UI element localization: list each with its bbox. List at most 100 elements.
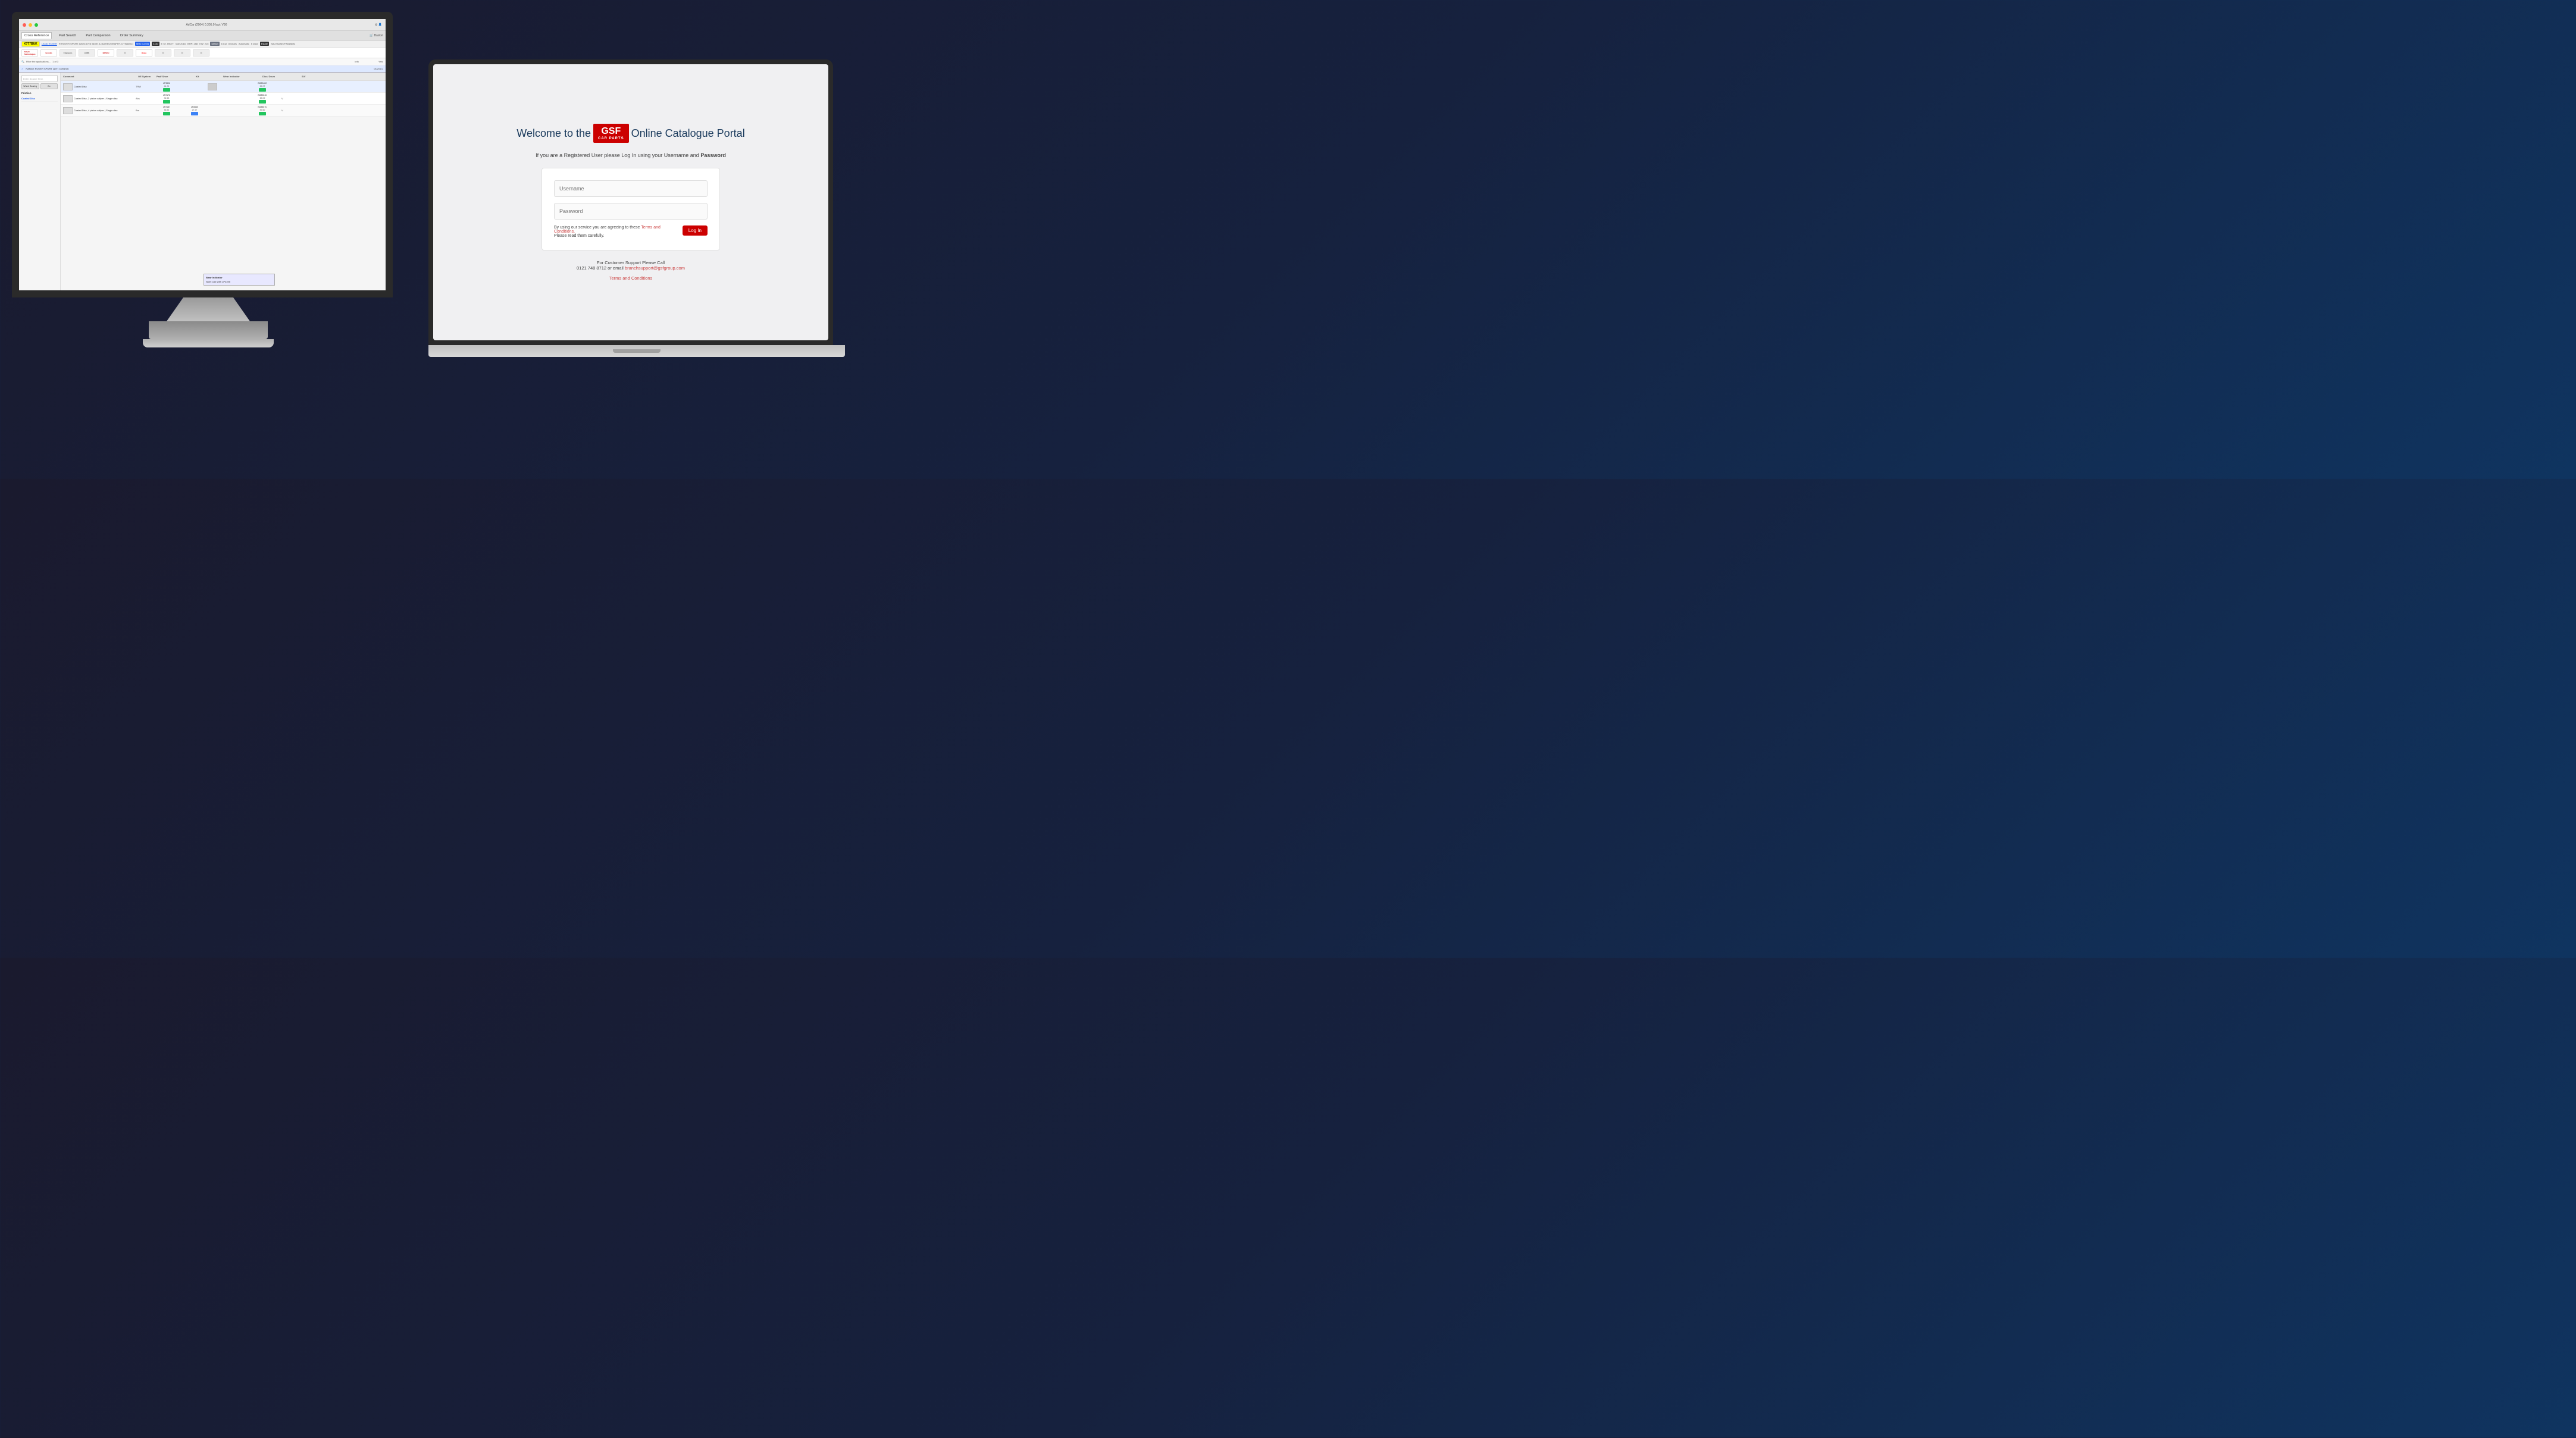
vehicle-vin: SALHA2AE7FA518892 [271,42,295,45]
row3-disc-add-btn[interactable] [259,112,266,115]
vehicle-gears: 8 Gears [229,42,237,45]
gsf-logo-sub: CAR PARTS [598,137,624,141]
tooltip-title: Wear Indicator [206,276,273,279]
row3-comment: Coated Disc, 4 piston caliper | Single d… [74,109,118,112]
row1-pad-size: 44.74 [164,85,170,87]
left-sidebar: Enter Search Term Wheel Bearing Go Frict… [19,73,61,297]
close-icon[interactable] [23,23,26,27]
support-email-link[interactable]: branchsupport@gsfgroup.com [625,265,685,271]
row3-pad-size: 56.52 [164,109,170,111]
vehicle-fuel: Diesel [210,42,219,46]
login-page: Welcome to the GSF CAR PARTS Online Cata… [433,64,828,340]
minimize-icon[interactable] [29,23,32,27]
row3-pad-add-btn[interactable] [163,112,170,115]
tab-order-summary[interactable]: Order Summary [118,33,146,39]
row1-disc-add-btn[interactable] [259,88,266,92]
row2-pad-size: 32.63 [164,97,170,99]
col-disc-drum: Disc/ Drum [262,75,298,78]
topbar-right: ⚙ 👤 [375,23,382,27]
row2-pad-add-btn[interactable] [163,100,170,104]
app-screen: AdCar (2964) 0.305.0 lapi: V90 ⚙ 👤 Cross… [19,19,386,290]
sidebar-buttons: Wheel Bearing Go [21,83,58,89]
col-sv: S/V [302,75,314,78]
laptop-screen: Welcome to the GSF CAR PARTS Online Cata… [433,64,828,340]
brand-lemforder[interactable]: LEMF. [79,49,95,57]
vehicle-model: R ROVER SPORT A8OG DYN 5DVE A (AUTBIOGRA… [59,42,133,45]
row1-pad-add-btn[interactable] [163,88,170,92]
vehicle-cyl: 6 Cyl [221,42,227,45]
vehicle-date: Mar 2016 [176,42,186,45]
row3-kit-num: LK0640 [191,106,198,108]
topbar-center: AdCar (2964) 0.305.0 lapi: V90 [40,23,373,27]
row3-disc-num: BG8807C [258,106,267,108]
welcome-suffix: Online Catalogue Portal [631,127,745,140]
maximize-icon[interactable] [35,23,38,27]
brand-logos-row: DelphiTechnologies brembo Champion LEMF.… [19,48,386,58]
toc-link[interactable]: Terms and Conditions [609,275,653,281]
login-form: By using our service you are agreeing to… [542,168,720,250]
login-header: Welcome to the GSF CAR PARTS Online Cata… [517,124,744,143]
login-action-row: By using our service you are agreeing to… [554,225,708,238]
welcome-prefix: Welcome to the [517,127,591,140]
vehicle-bar: K777BUK LAND ROVER R ROVER SPORT A8OG DY… [19,40,386,48]
row3-system: Bre [136,109,151,112]
username-input[interactable] [554,180,708,197]
brand-misc2[interactable]: ⬡ [155,49,171,57]
row1-system: TRW [136,85,151,88]
row2-disc-add-btn[interactable] [259,100,266,104]
vehicle-doors: 5 Door [251,42,258,45]
reg-plate: K777BUK [21,41,40,47]
tab-cross-reference[interactable]: Cross Reference [21,32,52,39]
vehicle-trans: Automatic [239,42,249,45]
tooltip-box: Wear Indicator Note: Use with LP3395 [204,274,275,286]
filter-placeholder[interactable]: Filter the applications... [26,60,51,63]
application-name: RANGE ROVER SPORT (13+) 3.0SDV6 [26,67,371,70]
login-subtitle: If you are a Registered User please Log … [536,152,726,158]
login-button[interactable]: Log In [683,225,708,236]
vehicle-body-style: Estate [260,42,269,46]
monitor-screen: AdCar (2964) 0.305.0 lapi: V90 ⚙ 👤 Cross… [12,12,393,297]
brand-champion[interactable]: Champion [60,49,76,57]
vehicle-body: 3.0D [152,42,159,46]
table-row: Coated Disc, 4 piston caliper | Single d… [61,105,386,117]
brand-delphi[interactable]: DelphiTechnologies [21,49,38,57]
tab-part-search[interactable]: Part Search [57,33,79,39]
vehicle-kw: KW: 215 [199,42,208,45]
brand-misc1[interactable]: ⬡ [117,49,133,57]
wheel-bearing-btn[interactable]: Wheel Bearing [21,83,39,89]
row2-pad-num: LP2176 [163,94,170,96]
col-oe-system: OE System [138,75,153,78]
laptop-bezel: Welcome to the GSF CAR PARTS Online Cata… [428,59,833,345]
row3-kit-add-btn[interactable] [191,112,198,115]
sidebar-item-coated-disc[interactable]: Coated Disc [21,96,58,102]
brand-brembo[interactable]: brembo [40,49,57,57]
go-btn[interactable]: Go [40,83,58,89]
row1-disc-num: BG8348C [258,82,267,84]
password-input[interactable] [554,203,708,220]
login-toc: Terms and Conditions [609,275,653,281]
col-comment: Comment [63,75,134,78]
table-row: Coated Disc TRW LP3396 44.74 [61,81,386,93]
gsf-logo-main: GSF [601,126,621,137]
basket-button[interactable]: 🛒 Basket [370,34,383,37]
desktop-monitor: AdCar (2964) 0.305.0 lapi: V90 ⚙ 👤 Cross… [12,12,405,345]
row1-pad-num: LP3396 [163,82,170,84]
filter-row: 🔍 Filter the applications... 1 of 3 Info… [19,58,386,65]
app-nav: Cross Reference Part Search Part Compari… [19,31,386,40]
brand-bosch[interactable]: BOSCH [98,49,114,57]
brand-misc4[interactable]: ⬡ [193,49,209,57]
sidebar-search[interactable]: Enter Search Term [21,75,58,82]
brand-misc3[interactable]: ⬡ [174,49,190,57]
row1-disc-size: 52.07 [260,85,265,87]
tab-part-comparison[interactable]: Part Comparison [83,33,112,39]
column-headers: Comment OE System Pad/ Shoe Kit Wear Ind… [61,73,386,81]
row3-disc-size: 59.60 [260,109,265,111]
monitor-stand [167,297,250,321]
search-placeholder: Enter Search Term [23,77,43,80]
row3-pad-num: LP2187 [163,106,170,108]
col-wear-indicator: Wear Indicator [223,75,259,78]
laptop-hinge [613,349,661,353]
brand-brake[interactable]: Brake [136,49,152,57]
col-kit: Kit [196,75,220,78]
row2-disc-num: BG8304C [258,94,267,96]
